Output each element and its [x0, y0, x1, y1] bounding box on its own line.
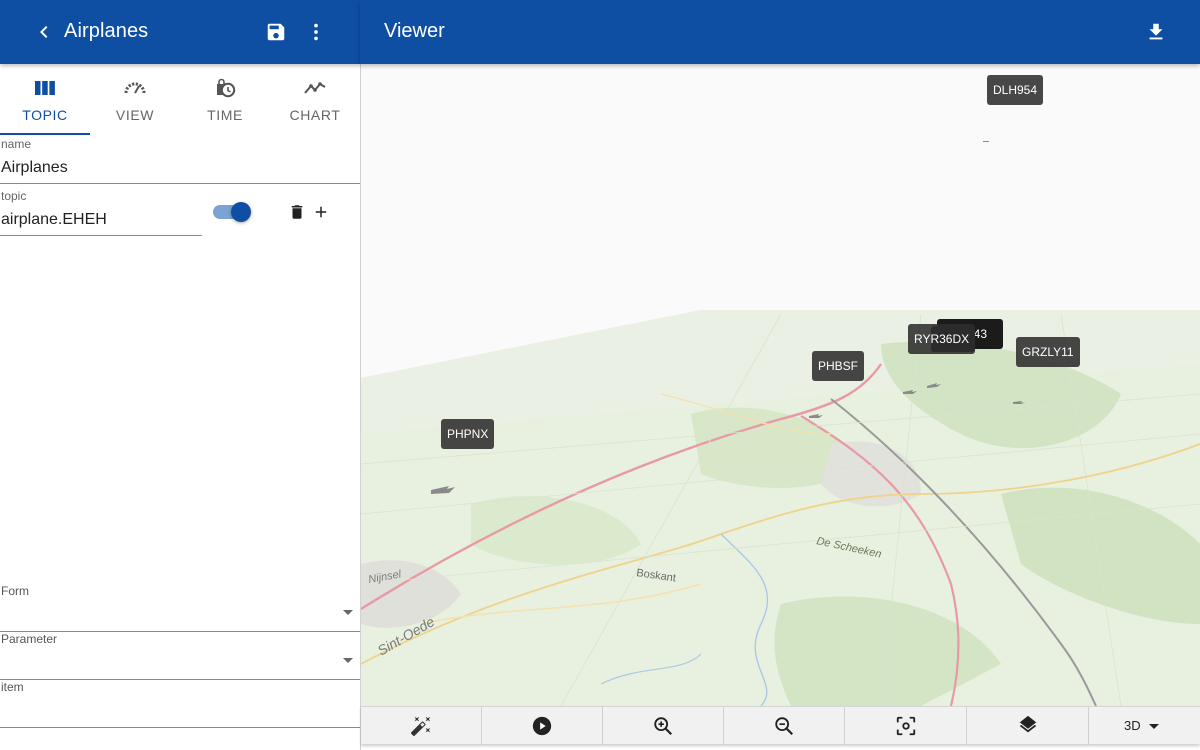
tab-view-label: VIEW	[115, 107, 155, 123]
terrain-map[interactable]: De Scheeken Boskant Sint-Oede Nijnsel	[361, 64, 1200, 706]
trash-icon	[291, 205, 303, 219]
download-button[interactable]	[1142, 18, 1170, 46]
tab-topic[interactable]: TOPIC	[0, 64, 90, 136]
topic-field-underline	[0, 235, 202, 236]
item-field[interactable]: item	[0, 680, 360, 728]
zoom-out-button[interactable]	[724, 707, 845, 745]
form-select-label: Form	[1, 584, 29, 598]
editor-app-bar: Airplanes	[0, 0, 360, 64]
tab-time[interactable]: TIME	[180, 64, 270, 136]
airplane-icon	[983, 141, 989, 142]
tab-view[interactable]: VIEW	[90, 64, 180, 136]
download-icon	[1149, 23, 1163, 40]
toggle-thumb	[231, 202, 251, 222]
parameter-select-label: Parameter	[1, 632, 58, 646]
zoom-out-icon	[775, 717, 794, 736]
tab-chart[interactable]: CHART	[270, 64, 360, 136]
zoom-in-icon	[654, 717, 673, 736]
tab-topic-label: TOPIC	[22, 107, 68, 123]
dropdown-arrow-icon	[343, 658, 353, 663]
magic-wand-icon	[410, 716, 431, 736]
delete-topic-button[interactable]	[286, 201, 308, 223]
callsign-label-ryr36dx[interactable]: RYR36DX	[908, 324, 976, 354]
topic-enabled-toggle[interactable]	[213, 202, 251, 222]
name-field-underline	[0, 183, 360, 184]
play-icon	[532, 716, 552, 736]
more-vert-icon	[314, 23, 318, 41]
item-field-underline	[0, 727, 360, 728]
dropdown-arrow-icon	[343, 610, 353, 615]
form-select[interactable]: Form	[0, 584, 360, 632]
callsign-label-grzly11[interactable]: GRZLY11	[1016, 337, 1080, 367]
center-focus-icon	[896, 716, 915, 736]
line-chart-icon	[303, 78, 327, 98]
layers-button[interactable]	[967, 707, 1089, 745]
parameter-select[interactable]: Parameter	[0, 632, 360, 680]
plus-icon	[315, 206, 327, 218]
item-field-label: item	[1, 680, 24, 694]
gauge-icon	[123, 78, 147, 98]
zoom-in-button[interactable]	[603, 707, 724, 745]
tab-chart-label: CHART	[289, 107, 341, 123]
callsign-label-phbsf[interactable]: PHBSF	[812, 351, 865, 381]
auto-style-button[interactable]	[361, 707, 482, 745]
view-mode-dropdown[interactable]: 3D	[1089, 707, 1200, 745]
view-column-icon	[33, 78, 57, 98]
tab-time-label: TIME	[207, 107, 243, 123]
center-view-button[interactable]	[845, 707, 967, 745]
viewer-title: Viewer	[384, 20, 445, 42]
map-viewer-3d[interactable]: De Scheeken Boskant Sint-Oede Nijnsel DL…	[361, 64, 1200, 706]
save-icon	[267, 23, 285, 41]
play-button[interactable]	[482, 707, 603, 745]
view-mode-value: 3D	[1124, 718, 1141, 733]
clock-bag-icon	[213, 78, 237, 98]
topic-editor-panel: Airplanes TOPIC VIEW TIME CHART name Air…	[0, 0, 360, 750]
editor-tabs: TOPIC VIEW TIME CHART	[0, 64, 360, 136]
back-button[interactable]	[30, 18, 58, 46]
editor-title: Airplanes	[64, 20, 149, 42]
topic-field[interactable]: airplane.EHEH	[1, 211, 107, 229]
viewer-app-bar: Viewer	[360, 0, 1200, 64]
more-options-button[interactable]	[302, 18, 330, 46]
callsign-label-dlh954[interactable]: DLH954	[987, 75, 1044, 105]
callsign-label-phpnx[interactable]: PHPNX	[441, 419, 495, 449]
dropdown-arrow-icon	[1149, 724, 1159, 729]
add-topic-button[interactable]	[310, 201, 332, 223]
layers-icon	[1019, 715, 1036, 733]
topic-field-label: topic	[1, 189, 27, 203]
viewer-toolbar: 3D	[361, 706, 1200, 745]
save-button[interactable]	[262, 18, 290, 46]
active-tab-indicator	[0, 133, 90, 135]
chevron-left-icon	[40, 26, 48, 38]
name-field-label: name	[1, 137, 32, 151]
name-field[interactable]: Airplanes	[1, 159, 68, 177]
